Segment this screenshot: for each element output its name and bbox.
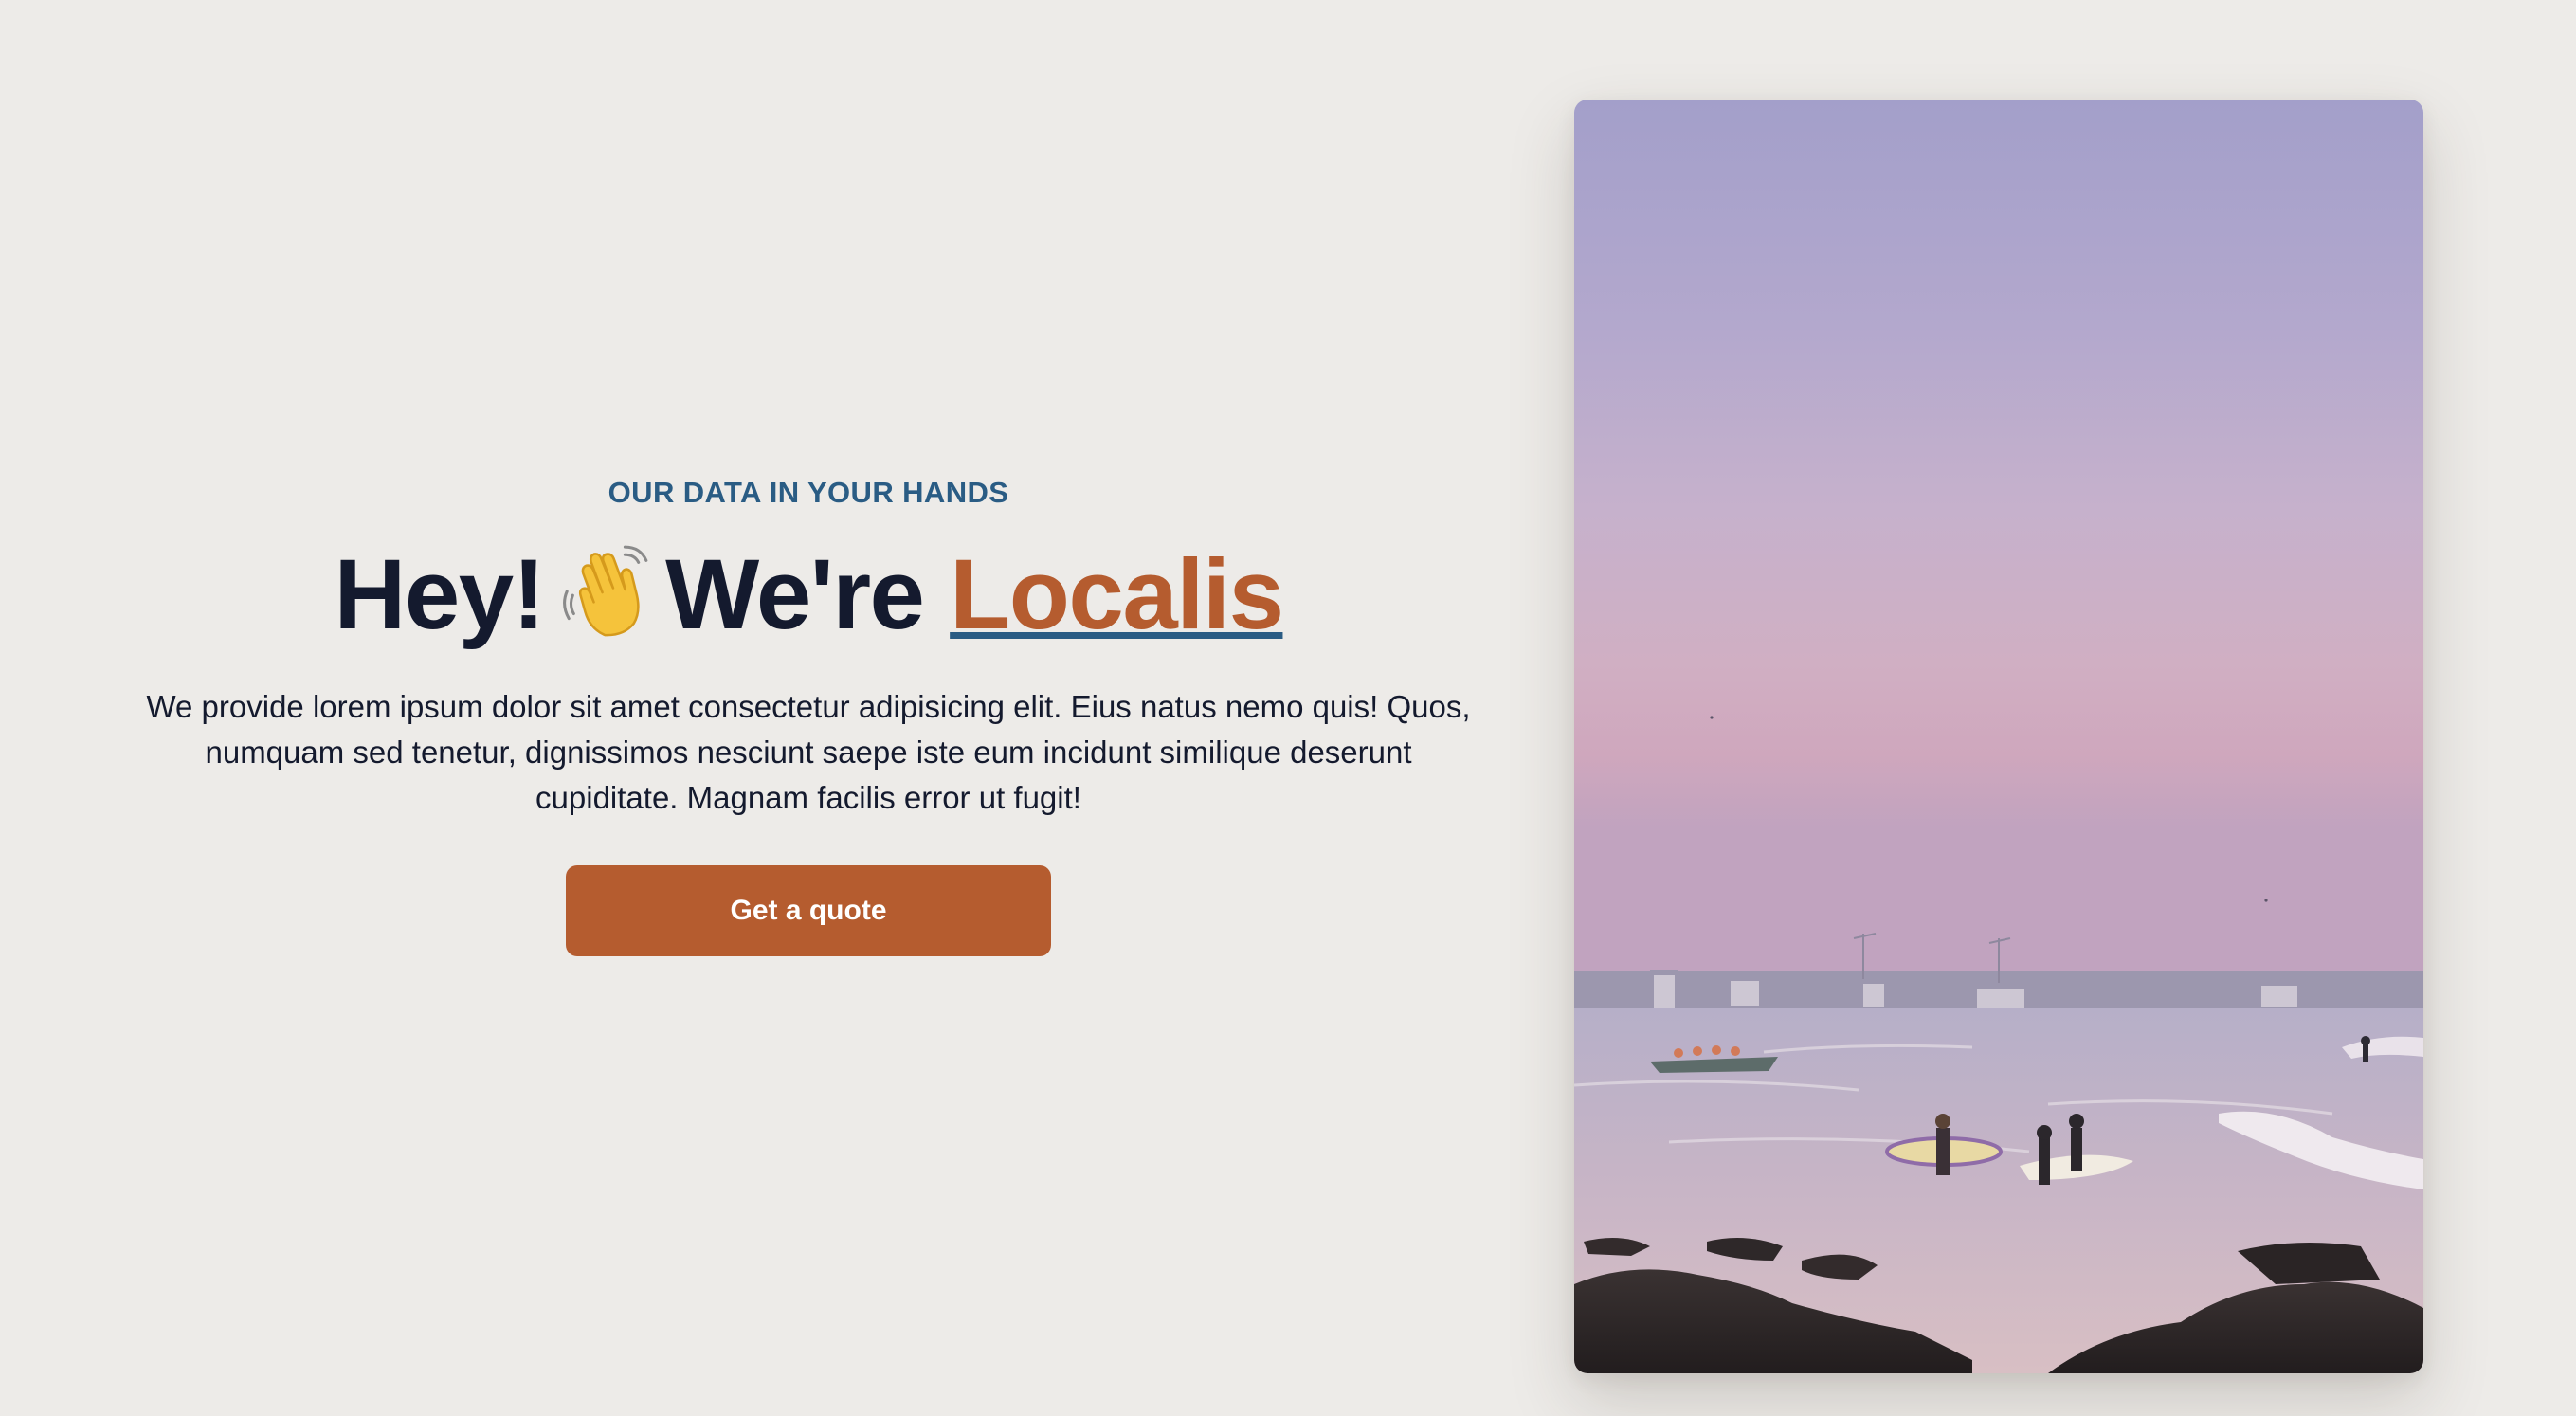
get-quote-button[interactable]: Get a quote xyxy=(566,865,1051,956)
headline-greeting: Hey! xyxy=(334,539,546,650)
hero-headline: Hey! We're Localis xyxy=(0,536,1617,654)
headline-middle: We're xyxy=(665,539,925,650)
hero-text-section: OUR DATA IN YOUR HANDS Hey! We're Locali… xyxy=(0,0,1617,1416)
hero-eyebrow: OUR DATA IN YOUR HANDS xyxy=(608,476,1009,509)
hero-photo xyxy=(1574,100,2423,1373)
waving-hand-icon xyxy=(557,541,654,638)
hero-description: We provide lorem ipsum dolor sit amet co… xyxy=(146,689,1471,815)
brand-link[interactable]: Localis xyxy=(950,539,1284,650)
